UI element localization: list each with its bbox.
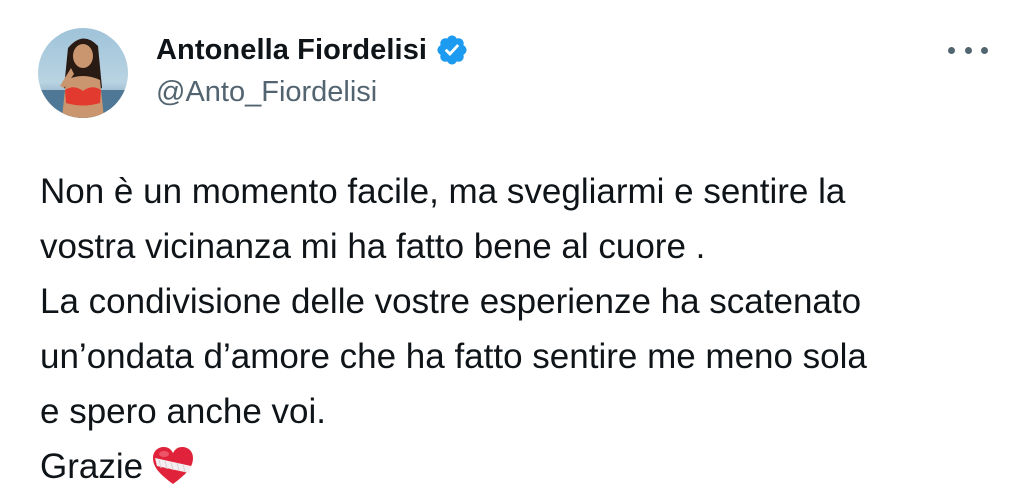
verified-badge-icon[interactable]	[435, 33, 469, 67]
author-handle[interactable]: @Anto_Fiordelisi	[156, 76, 377, 109]
tweet-text: Non è un momento facile, ma svegliarmi e…	[40, 164, 1000, 490]
author-name-row: Antonella Fiordelisi	[156, 30, 469, 70]
profile-photo	[38, 28, 128, 118]
tweet-card: Antonella Fiordelisi @Anto_Fiordelisi No…	[0, 0, 1024, 490]
tweet-line: un’ondata d’amore che ha fatto sentire m…	[40, 337, 867, 376]
more-dot	[964, 46, 972, 54]
tweet-line: Non è un momento facile, ma svegliarmi e…	[40, 172, 846, 211]
more-dot	[981, 46, 988, 54]
tweet-last-line: Grazie	[40, 439, 1000, 490]
tweet-line: vostra vicinanza mi ha fatto bene al cuo…	[40, 227, 706, 266]
tweet-line: e spero anche voi.	[40, 392, 327, 431]
author-display-name[interactable]: Antonella Fiordelisi	[156, 34, 427, 67]
more-options-icon[interactable]	[948, 38, 988, 62]
mending-heart-icon	[151, 446, 195, 486]
avatar[interactable]	[38, 28, 128, 118]
more-dot	[948, 46, 955, 54]
tweet-line: La condivisione delle vostre esperienze …	[40, 282, 862, 321]
tweet-line: Grazie	[40, 447, 144, 486]
